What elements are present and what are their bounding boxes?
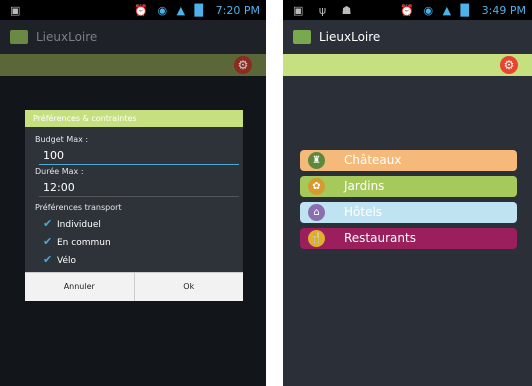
- toolbar: ⚙: [283, 54, 532, 76]
- app-logo-icon: [10, 30, 28, 44]
- system-icons: ⏰ ◉ ▲ █: [134, 4, 206, 17]
- budget-label: Budget Max :: [35, 135, 89, 144]
- checkbox-label: Vélo: [57, 256, 77, 266]
- gear-icon[interactable]: ⚙: [234, 56, 252, 74]
- menu-item-chateaux[interactable]: ♜ Châteaux: [300, 150, 517, 171]
- status-time: 7:20 PM: [215, 4, 260, 17]
- checkmark-icon: ✔: [43, 253, 53, 266]
- menu-item-restaurants[interactable]: 🍴 Restaurants: [300, 228, 517, 249]
- action-bar: LieuxLoire: [283, 20, 532, 54]
- app-title: LieuxLoire: [319, 30, 381, 44]
- checkmark-icon: ✔: [43, 235, 53, 248]
- right-phone-screen: ▣ ψ ☗ ⏰ ◉ ▲ █ 3:49 PM LieuxLoire ⚙ ♜ Châ…: [283, 0, 532, 386]
- checkbox-individuel[interactable]: ✔ Individuel: [25, 215, 243, 233]
- checkbox-label: En commun: [57, 238, 111, 248]
- transport-label: Préférences transport: [35, 203, 122, 212]
- cancel-button[interactable]: Annuler: [25, 273, 134, 301]
- action-bar: LieuxLoire: [0, 20, 266, 54]
- hotel-icon: ⌂: [308, 204, 325, 221]
- duration-input[interactable]: 12:00: [39, 179, 239, 197]
- garden-icon: ✿: [308, 178, 325, 195]
- duration-label: Durée Max :: [35, 167, 84, 176]
- restaurant-icon: 🍴: [308, 230, 325, 247]
- checkmark-icon: ✔: [43, 217, 53, 230]
- app-title: LieuxLoire: [36, 30, 98, 44]
- notification-icons: ▣: [10, 4, 27, 17]
- checkbox-en-commun[interactable]: ✔ En commun: [25, 233, 243, 251]
- toolbar: ⚙: [0, 54, 266, 76]
- gear-icon[interactable]: ⚙: [500, 56, 518, 74]
- menu-item-label: Restaurants: [344, 231, 416, 245]
- menu-item-label: Hôtels: [344, 205, 383, 219]
- dialog-title: Préférences & contraintes: [25, 110, 243, 127]
- checkbox-label: Individuel: [57, 220, 101, 230]
- menu-item-label: Jardins: [344, 179, 385, 193]
- system-icons: ⏰ ◉ ▲ █: [400, 4, 472, 17]
- checkbox-velo[interactable]: ✔ Vélo: [25, 251, 243, 269]
- dialog-buttons: Annuler Ok: [25, 272, 243, 301]
- menu-item-label: Châteaux: [344, 153, 402, 167]
- menu-item-hotels[interactable]: ⌂ Hôtels: [300, 202, 517, 223]
- castle-icon: ♜: [308, 152, 325, 169]
- status-bar: ▣ ⏰ ◉ ▲ █ 7:20 PM: [0, 0, 266, 20]
- status-time: 3:49 PM: [481, 4, 526, 17]
- menu-item-jardins[interactable]: ✿ Jardins: [300, 176, 517, 197]
- app-logo-icon: [293, 30, 311, 44]
- budget-input[interactable]: 100: [39, 147, 239, 165]
- ok-button[interactable]: Ok: [133, 273, 244, 301]
- notification-icons: ▣ ψ ☗: [293, 4, 358, 17]
- preferences-dialog: Préférences & contraintes Budget Max : 1…: [25, 110, 243, 301]
- left-phone-screen: ▣ ⏰ ◉ ▲ █ 7:20 PM LieuxLoire ⚙ Préférenc…: [0, 0, 266, 386]
- status-bar: ▣ ψ ☗ ⏰ ◉ ▲ █ 3:49 PM: [283, 0, 532, 20]
